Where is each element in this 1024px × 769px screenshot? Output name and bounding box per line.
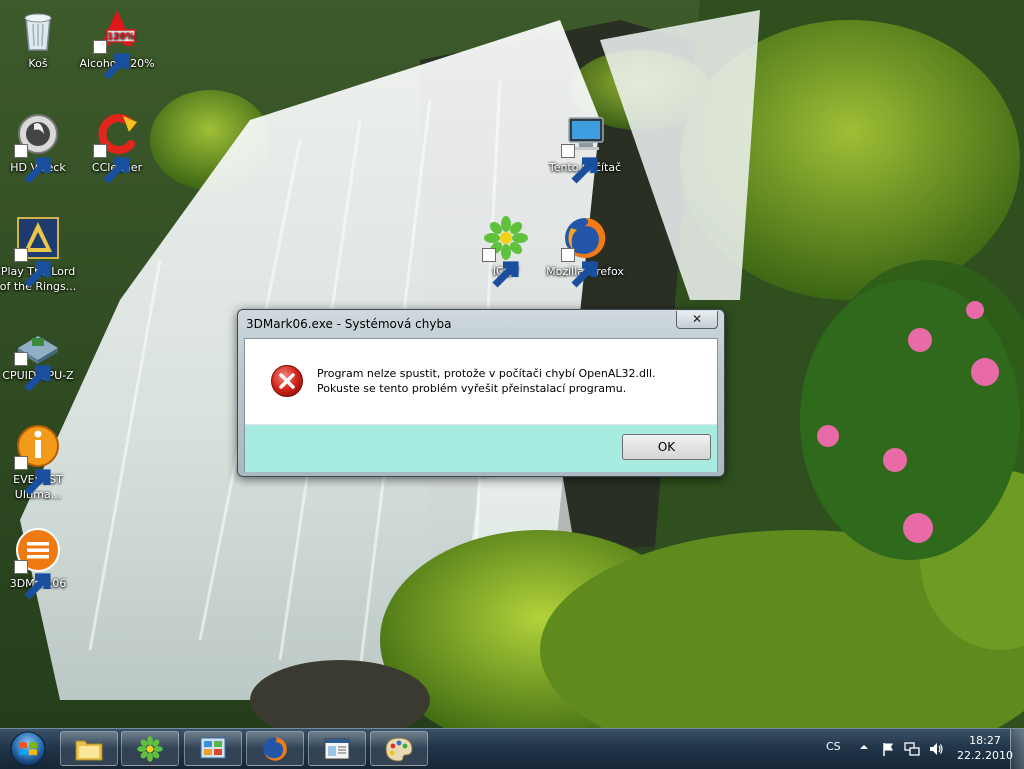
desktop-icon-label: Koš xyxy=(28,57,48,70)
error-icon xyxy=(271,365,303,397)
taskbar: CS 18:27 22.2.2010 xyxy=(0,728,1024,769)
shortcut-arrow-icon xyxy=(14,248,51,288)
start-button[interactable] xyxy=(2,730,54,768)
show-hidden-icons-chevron-icon[interactable] xyxy=(859,742,869,752)
window-icon xyxy=(324,738,350,760)
taskbar-icq-button[interactable] xyxy=(121,731,179,766)
shortcut-arrow-icon xyxy=(93,144,130,184)
desktop-icon-recycle-bin[interactable]: Koš xyxy=(0,6,81,71)
dialog-title: 3DMark06.exe - Systémová chyba xyxy=(246,317,452,331)
shortcut-arrow-icon xyxy=(14,560,51,600)
action-center-flag-icon[interactable] xyxy=(880,741,896,757)
language-indicator[interactable]: CS xyxy=(826,740,841,753)
paint-palette-icon xyxy=(385,737,413,762)
message-area: Program nelze spustit, protože v počítač… xyxy=(245,339,717,424)
desktop-icon-computer[interactable]: Tento Počítač xyxy=(542,110,628,184)
notification-area: CS 18:27 22.2.2010 xyxy=(814,729,1024,769)
taskbar-paint-button[interactable] xyxy=(370,731,428,766)
shortcut-arrow-icon xyxy=(14,144,51,184)
shortcut-arrow-icon xyxy=(482,248,519,288)
ok-button[interactable]: OK xyxy=(622,434,711,460)
folder-icon xyxy=(75,740,103,761)
system-error-dialog[interactable]: 3DMark06.exe - Systémová chyba ✕ Program… xyxy=(237,309,725,477)
desktop-icon-everest[interactable]: EVEREST Ultima... xyxy=(0,422,81,502)
shortcut-arrow-icon xyxy=(93,40,130,80)
icq-icon xyxy=(137,736,163,762)
desktop-icon-hd-vdeck[interactable]: HD VDeck xyxy=(0,110,81,184)
firefox-icon xyxy=(263,737,287,761)
taskbar-control-panel-button[interactable] xyxy=(184,731,242,766)
clock-time: 18:27 xyxy=(969,734,1001,747)
shortcut-arrow-icon xyxy=(14,456,51,496)
shortcut-arrow-icon xyxy=(561,144,598,184)
desktop-icon-cpuz[interactable]: CPUID CPU-Z xyxy=(0,318,81,392)
shortcut-arrow-icon xyxy=(561,248,598,288)
taskbar-firefox-button[interactable] xyxy=(246,731,304,766)
dialog-client-area: Program nelze spustit, protože v počítač… xyxy=(244,338,718,472)
desktop-icon-icq7[interactable]: ICQ7 xyxy=(463,214,549,288)
dialog-button-area: OK xyxy=(245,424,717,472)
control-panel-icon xyxy=(200,737,226,759)
volume-icon[interactable] xyxy=(928,741,944,757)
network-icon[interactable] xyxy=(904,741,920,757)
desktop-icon-3dmark06[interactable]: 3DMark06 xyxy=(0,526,81,600)
clock[interactable]: 18:27 22.2.2010 xyxy=(954,733,1016,763)
error-message: Program nelze spustit, protože v počítač… xyxy=(317,367,656,395)
desktop-icon-alcohol-120[interactable]: 120% Alcohol 120% xyxy=(74,6,160,80)
taskbar-window-button[interactable] xyxy=(308,731,366,766)
desktop-icon-ccleaner[interactable]: CCleaner xyxy=(74,110,160,184)
desktop-icon-lotro[interactable]: Play The Lord of the Rings... xyxy=(0,214,81,294)
show-desktop-button[interactable] xyxy=(1010,729,1024,769)
taskbar-explorer-button[interactable] xyxy=(60,731,118,766)
desktop-icon-firefox[interactable]: Mozilla Firefox xyxy=(542,214,628,288)
recycle-bin-icon xyxy=(24,13,52,51)
clock-date: 22.2.2010 xyxy=(957,749,1013,762)
close-button[interactable]: ✕ xyxy=(676,311,718,329)
shortcut-arrow-icon xyxy=(14,352,51,392)
